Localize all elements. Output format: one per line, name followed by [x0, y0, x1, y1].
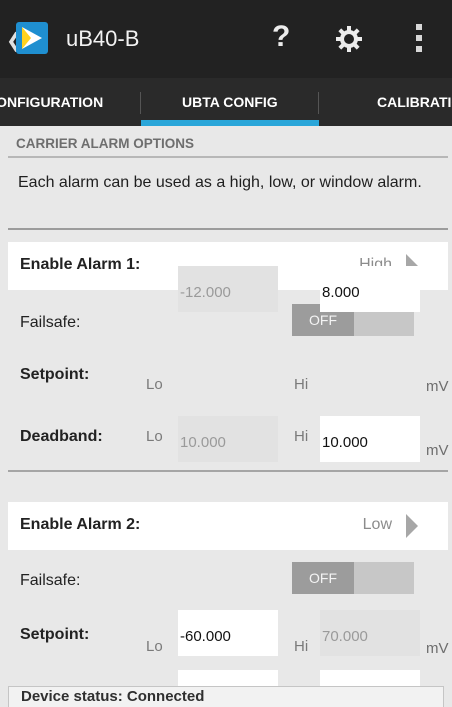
alarm-1-deadband-hi-input[interactable] — [320, 416, 420, 462]
app-logo-icon[interactable] — [16, 22, 48, 54]
alarm-2-setpoint-lo-input[interactable] — [178, 610, 278, 656]
toggle-off-knob: OFF — [292, 562, 354, 594]
alarm-1-title: Enable Alarm 1: — [20, 256, 141, 273]
divider — [8, 470, 448, 472]
setpoint-unit: mV — [426, 378, 449, 395]
divider — [8, 228, 448, 230]
setpoint-lo-label: Lo — [146, 638, 163, 655]
alarm-2-failsafe-label: Failsafe: — [20, 572, 81, 589]
alarm-1-deadband-label: Deadband: — [20, 428, 103, 445]
alarm-1-setpoint-label: Setpoint: — [20, 366, 90, 383]
setpoint-hi-label: Hi — [294, 638, 309, 655]
alarm-2-deadband-hi-input-partial[interactable] — [320, 670, 420, 686]
alarm-2-failsafe-toggle[interactable]: OFF — [292, 562, 414, 594]
setpoint-lo-label: Lo — [146, 376, 163, 393]
alarm-2-dropdown-arrow-icon[interactable] — [406, 514, 418, 538]
config-content[interactable]: CARRIER ALARM OPTIONS Each alarm can be … — [8, 126, 452, 686]
alarm-2-enable-row[interactable]: Enable Alarm 2: Low — [8, 502, 448, 550]
deadband-lo-label: Lo — [146, 428, 163, 445]
deadband-hi-label: Hi — [294, 428, 309, 445]
tab-configuration[interactable]: CONFIGURATION — [0, 78, 103, 126]
alarm-1-setpoint-lo-input[interactable] — [178, 266, 278, 312]
tab-divider — [318, 92, 319, 114]
alarm-1-deadband-lo-input[interactable] — [178, 416, 278, 462]
setpoint-hi-label: Hi — [294, 376, 309, 393]
setpoint-unit: mV — [426, 640, 449, 657]
tab-strip: CONFIGURATION UBTA CONFIG CALIBRATION — [0, 78, 452, 126]
alarm-2-setpoint-label: Setpoint: — [20, 626, 90, 643]
alarm-2-deadband-lo-input-partial[interactable] — [178, 670, 278, 686]
app-title: uB40-B — [66, 26, 140, 51]
tab-ubta-config[interactable]: UBTA CONFIG — [182, 78, 278, 126]
alarm-1-failsafe-label: Failsafe: — [20, 314, 81, 331]
section-header: CARRIER ALARM OPTIONS — [8, 130, 448, 158]
section-description: Each alarm can be used as a high, low, o… — [18, 174, 422, 191]
help-icon[interactable]: ? — [272, 20, 290, 54]
deadband-unit: mV — [426, 442, 449, 459]
alarm-2-setpoint-hi-input[interactable] — [320, 610, 420, 656]
device-status-bar: Device status: Connected — [8, 686, 444, 707]
alarm-2-mode[interactable]: Low — [363, 516, 392, 534]
tab-calibration[interactable]: CALIBRATION — [377, 78, 452, 126]
app-toolbar: ❮ uB40-B ? — [0, 0, 452, 78]
tab-divider — [140, 92, 141, 114]
gear-icon[interactable] — [334, 24, 364, 59]
alarm-1-setpoint-hi-input[interactable] — [320, 266, 420, 312]
alarm-2-title: Enable Alarm 2: — [20, 516, 141, 533]
overflow-menu-icon[interactable] — [414, 22, 424, 59]
